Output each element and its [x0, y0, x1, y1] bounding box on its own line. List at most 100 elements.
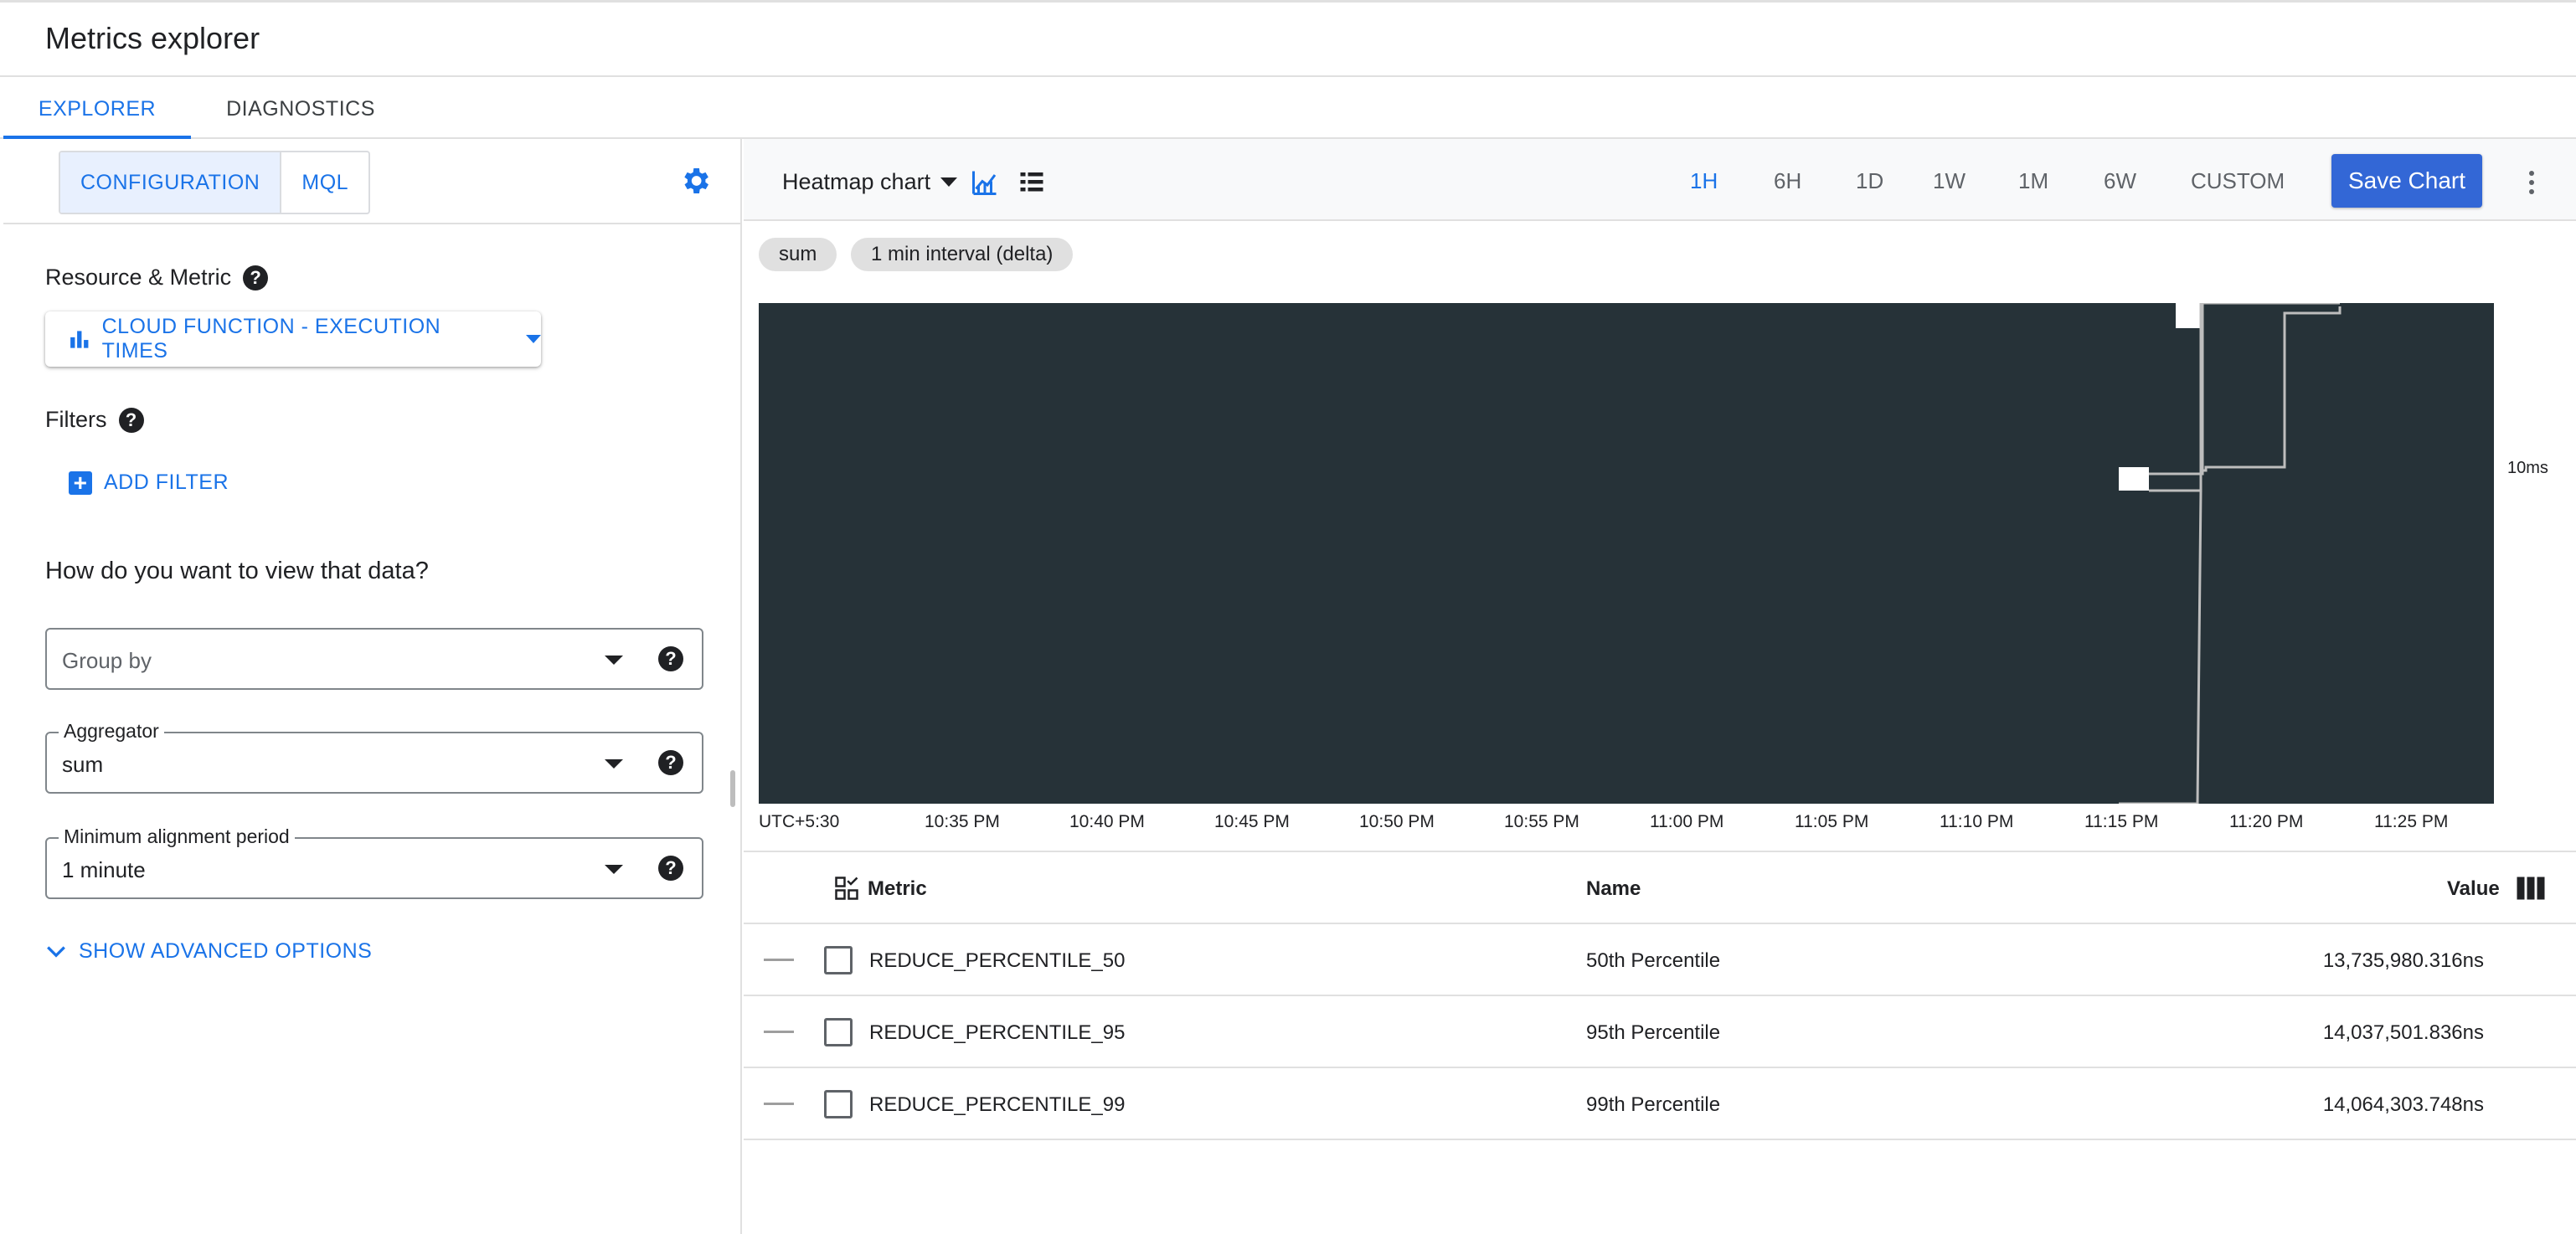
value-column-header[interactable]: Value	[2447, 877, 2500, 901]
dropdown-arrow-icon	[940, 177, 958, 187]
x-axis-tick-label: 11:15 PM	[2084, 812, 2159, 831]
series-line-swatch	[764, 959, 794, 961]
range-custom[interactable]: CUSTOM	[2191, 164, 2285, 198]
tab-bar: EXPLORER DIAGNOSTICS	[0, 77, 2576, 139]
add-filter-label: ADD FILTER	[104, 470, 229, 494]
x-axis-tick-label: 11:10 PM	[1940, 812, 2014, 831]
dropdown-arrow-icon	[605, 656, 623, 665]
show-advanced-options-button[interactable]: SHOW ADVANCED OPTIONS	[45, 939, 372, 964]
metric-selector[interactable]: CLOUD FUNCTION - EXECUTION TIMES	[45, 311, 541, 367]
divider	[3, 223, 740, 224]
filters-heading: Filters ?	[45, 407, 144, 433]
group-by-placeholder: Group by	[62, 648, 152, 673]
dropdown-arrow-icon	[605, 759, 623, 769]
value-cell: 13,735,980.316ns	[2322, 949, 2484, 972]
mode-toggle: CONFIGURATION MQL	[59, 151, 371, 214]
chart-type-select[interactable]: Heatmap chart	[782, 169, 958, 195]
metric-cell: REDUCE_PERCENTILE_99	[869, 1093, 1126, 1116]
config-pane: CONFIGURATION MQL Resource & Metric ? CL…	[3, 139, 742, 1234]
x-axis-tick-label: 10:50 PM	[1359, 812, 1435, 831]
range-1h[interactable]: 1H	[1690, 164, 1718, 198]
mql-button[interactable]: MQL	[281, 152, 368, 213]
heatmap-plot-area	[759, 303, 2494, 804]
alignment-period-label: Minimum alignment period	[59, 825, 295, 848]
aggregation-chip: sum	[759, 238, 837, 271]
page-title: Metrics explorer	[45, 21, 260, 55]
resource-metric-label: Resource & Metric	[45, 265, 232, 290]
chevron-down-icon	[526, 335, 541, 343]
table-header: Metric Name Value	[744, 851, 2576, 924]
legend-table: Metric Name Value REDUCE_PERCENTILE_50 5…	[744, 851, 2576, 1140]
help-icon[interactable]: ?	[118, 407, 144, 433]
metric-column-header[interactable]: Metric	[868, 877, 927, 901]
x-axis-tick-label: UTC+5:30	[759, 812, 840, 831]
range-1m[interactable]: 1M	[2018, 164, 2048, 198]
series-line-swatch	[764, 1103, 794, 1105]
interval-chip: 1 min interval (delta)	[851, 238, 1074, 271]
bar-chart-icon	[70, 331, 89, 348]
metric-selector-label: CLOUD FUNCTION - EXECUTION TIMES	[101, 315, 441, 362]
gear-icon[interactable]	[678, 164, 712, 198]
show-advanced-options-label: SHOW ADVANCED OPTIONS	[79, 939, 373, 963]
aggregator-select[interactable]: Aggregator sum ?	[45, 720, 703, 794]
tab-diagnostics[interactable]: DIAGNOSTICS	[208, 77, 394, 139]
alignment-period-value: 1 minute	[62, 857, 146, 882]
dropdown-arrow-icon	[605, 865, 623, 874]
more-options-icon[interactable]	[2519, 167, 2544, 201]
column-select-icon[interactable]	[834, 876, 859, 901]
name-cell: 99th Percentile	[1586, 1093, 1721, 1116]
tab-explorer[interactable]: EXPLORER	[3, 77, 191, 139]
x-axis-tick-label: 11:05 PM	[1795, 812, 1869, 831]
range-6w[interactable]: 6W	[2104, 164, 2136, 198]
x-axis-tick-label: 11:25 PM	[2374, 812, 2449, 831]
metric-cell: REDUCE_PERCENTILE_50	[869, 949, 1126, 972]
row-checkbox[interactable]	[824, 1090, 853, 1118]
name-cell: 95th Percentile	[1586, 1021, 1721, 1044]
alignment-period-select[interactable]: Minimum alignment period 1 minute ?	[45, 825, 703, 899]
chart-toolbar: Heatmap chart 1H 6H 1D 1W 1M 6W CUSTOM S…	[744, 139, 2576, 221]
x-axis-tick-label: 10:45 PM	[1214, 812, 1290, 831]
help-icon[interactable]: ?	[658, 750, 683, 775]
add-filter-button[interactable]: + ADD FILTER	[69, 470, 229, 495]
heatmap-cell	[2176, 303, 2201, 328]
plus-icon: +	[69, 470, 92, 495]
filters-label: Filters	[45, 407, 107, 432]
table-row: REDUCE_PERCENTILE_99 99th Percentile 14,…	[744, 1068, 2576, 1140]
aggregator-value: sum	[62, 752, 104, 777]
x-axis-tick-label: 10:40 PM	[1069, 812, 1145, 831]
range-1w[interactable]: 1W	[1933, 164, 1965, 198]
heatmap-cell	[2119, 467, 2149, 491]
heatmap-chart[interactable]	[759, 303, 2494, 804]
resource-metric-heading: Resource & Metric ?	[45, 265, 269, 291]
name-cell: 50th Percentile	[1586, 949, 1721, 972]
row-checkbox[interactable]	[824, 1018, 853, 1046]
chevron-down-icon	[47, 945, 65, 958]
value-cell: 14,037,501.836ns	[2322, 1021, 2484, 1044]
x-axis-tick-label: 11:00 PM	[1650, 812, 1724, 831]
value-cell: 14,064,303.748ns	[2322, 1093, 2484, 1116]
table-view-icon[interactable]	[1017, 167, 1047, 198]
title-bar: Metrics explorer	[0, 0, 2576, 77]
x-axis-tick-label: 11:20 PM	[2229, 812, 2304, 831]
save-chart-button[interactable]: Save Chart	[2331, 154, 2482, 208]
range-6h[interactable]: 6H	[1774, 164, 1801, 198]
range-1d[interactable]: 1D	[1856, 164, 1883, 198]
x-axis-tick-label: 10:55 PM	[1504, 812, 1579, 831]
group-by-select[interactable]: Group by ?	[45, 628, 703, 690]
configuration-button[interactable]: CONFIGURATION	[60, 152, 282, 213]
series-line-swatch	[764, 1031, 794, 1033]
line-chart-icon[interactable]	[970, 167, 1000, 198]
table-row: REDUCE_PERCENTILE_50 50th Percentile 13,…	[744, 924, 2576, 996]
x-axis-tick-label: 10:35 PM	[925, 812, 1000, 831]
chart-type-label: Heatmap chart	[782, 169, 931, 194]
row-checkbox[interactable]	[824, 946, 853, 974]
aggregator-label: Aggregator	[59, 720, 164, 743]
columns-icon[interactable]	[2516, 876, 2546, 901]
metric-cell: REDUCE_PERCENTILE_95	[869, 1021, 1126, 1044]
name-column-header[interactable]: Name	[1586, 877, 1641, 901]
table-row: REDUCE_PERCENTILE_95 95th Percentile 14,…	[744, 996, 2576, 1068]
help-icon[interactable]: ?	[243, 265, 269, 291]
help-icon[interactable]: ?	[658, 856, 683, 881]
pane-resize-handle[interactable]	[730, 770, 735, 807]
help-icon[interactable]: ?	[658, 646, 683, 671]
